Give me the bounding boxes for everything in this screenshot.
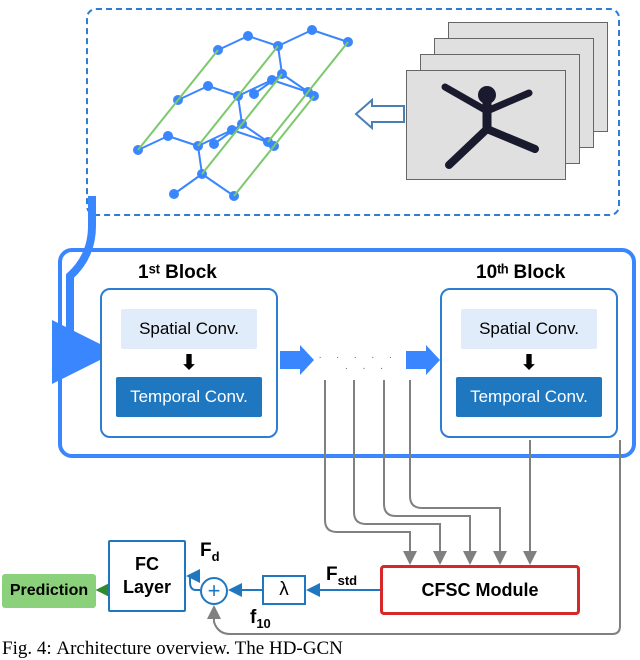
- skeleton-graph: [88, 10, 408, 210]
- label-f10: f10: [250, 607, 271, 631]
- label-Fstd: Fstd: [326, 564, 357, 588]
- down-arrow-icon: ⬇: [181, 353, 198, 373]
- video-frame-1: [406, 70, 566, 180]
- cfsc-module: CFSC Module: [380, 565, 580, 615]
- down-arrow-icon: ⬇: [521, 353, 538, 373]
- block10-temporal: Temporal Conv.: [456, 377, 602, 417]
- block1-spatial: Spatial Conv.: [121, 309, 257, 349]
- label-Fd: Fd: [200, 540, 220, 564]
- block1-title: 1ˢᵗ Block: [138, 262, 217, 284]
- arrow-block-chain-2: [406, 345, 440, 375]
- figure-caption: Fig. 4: Architecture overview. The HD-GC…: [0, 638, 640, 660]
- elementwise-sum: +: [200, 577, 228, 605]
- arrow-block-chain-1: [280, 345, 314, 375]
- fc-layer: FC Layer: [108, 540, 186, 612]
- lambda-scale: λ: [262, 575, 306, 605]
- block10-spatial: Spatial Conv.: [461, 309, 597, 349]
- block-1: Spatial Conv. ⬇ Temporal Conv.: [100, 288, 278, 438]
- skater-silhouette: [427, 81, 547, 171]
- block10-title: 10ᵗʰ Block: [476, 262, 565, 284]
- block-10: Spatial Conv. ⬇ Temporal Conv.: [440, 288, 618, 438]
- block1-temporal: Temporal Conv.: [116, 377, 262, 417]
- prediction-output: Prediction: [2, 574, 96, 608]
